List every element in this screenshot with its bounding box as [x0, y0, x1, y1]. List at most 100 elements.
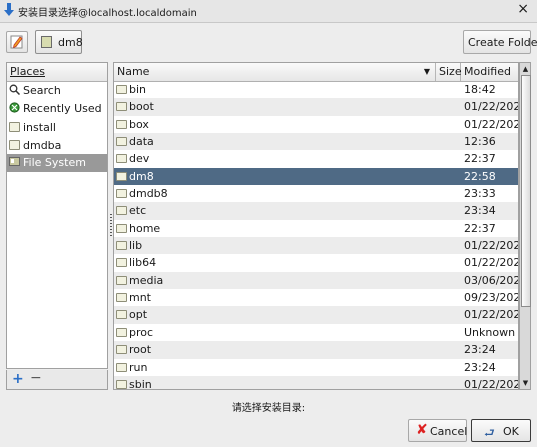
window-title: 安装目录选择@localhost.localdomain — [18, 8, 197, 19]
folder-icon — [116, 171, 127, 181]
sidebar-item-label: Recently Used — [23, 101, 102, 115]
folder-icon — [116, 293, 127, 303]
table-row[interactable]: media 03/06/2021 — [114, 271, 518, 290]
sidebar-item-4[interactable]: File System — [7, 154, 107, 172]
sidebar-item-0[interactable]: Search — [7, 82, 107, 100]
table-row[interactable]: lib 01/22/2024 — [114, 237, 518, 255]
create-folder-button[interactable]: Create Folder — [463, 30, 537, 54]
file-name: etc — [129, 204, 147, 218]
pathbar-current-folder-button[interactable]: dm8 — [35, 30, 83, 54]
prompt-label: 请选择安装目录: — [231, 403, 306, 414]
file-name: box — [129, 117, 149, 131]
file-name: opt — [129, 308, 148, 322]
table-row[interactable]: proc Unknown — [114, 324, 518, 341]
table-row[interactable]: bin 18:42 — [114, 81, 518, 98]
file-modified: 23:24 — [464, 360, 496, 374]
file-name: data — [129, 135, 154, 149]
scroll-up-icon[interactable]: ▲ — [521, 64, 530, 74]
folder-icon — [116, 275, 127, 285]
remove-bookmark-icon[interactable]: − — [30, 370, 42, 386]
file-modified: 09/23/2024 — [464, 291, 518, 305]
table-row[interactable]: data 12:36 — [114, 133, 518, 151]
file-modified: 03/06/2021 — [464, 273, 518, 287]
file-modified: 23:24 — [464, 343, 496, 357]
table-row[interactable]: home 22:37 — [114, 220, 518, 237]
ok-label: OK — [503, 425, 519, 438]
table-row[interactable]: root 23:24 — [114, 341, 518, 359]
sidebar-item-2[interactable]: install — [7, 119, 107, 137]
close-icon[interactable]: × — [517, 1, 529, 17]
file-modified: 18:42 — [464, 83, 496, 96]
folder-icon — [116, 137, 127, 147]
folder-icon — [9, 139, 20, 150]
table-row[interactable]: opt 01/22/2024 — [114, 306, 518, 324]
places-list: Search Recently Used install dmdba File Syst… — [7, 82, 107, 172]
table-row[interactable]: boot 01/22/2024 — [114, 98, 518, 116]
sidebar-item-label: install — [23, 121, 56, 134]
column-header-name[interactable]: Name ▼ — [114, 63, 436, 81]
folder-icon — [116, 223, 127, 233]
file-list: Name ▼ Size Modified bin 18:42 boot 01/22/2… — [113, 62, 519, 390]
ok-button[interactable]: ⮐ OK — [471, 419, 531, 442]
file-modified: 23:34 — [464, 204, 496, 218]
drive-icon — [9, 155, 20, 166]
file-modified: 22:37 — [464, 221, 496, 235]
file-name: dev — [129, 152, 150, 166]
file-name: proc — [129, 325, 154, 339]
sort-down-icon: ▼ — [423, 67, 430, 76]
folder-icon — [116, 345, 127, 355]
file-modified: 01/22/2024 — [464, 100, 518, 114]
file-name: sbin — [129, 377, 152, 390]
ok-arrow-icon: ⮐ — [484, 426, 495, 440]
file-modified: 01/22/2024 — [464, 117, 518, 131]
places-footer: + − — [6, 370, 108, 390]
scrollbar-thumb[interactable] — [521, 75, 531, 307]
file-modified: 12:36 — [464, 135, 496, 149]
table-row[interactable]: mnt 09/23/2024 — [114, 289, 518, 306]
sidebar-item-1[interactable]: Recently Used — [7, 100, 107, 118]
folder-icon — [116, 379, 127, 389]
file-list-scrollbar[interactable]: ▲ ▼ — [519, 62, 531, 390]
cancel-button[interactable]: ✘ Cancel — [408, 419, 467, 442]
file-modified: 22:58 — [464, 169, 496, 183]
add-bookmark-icon[interactable]: + — [12, 371, 24, 387]
scroll-down-icon[interactable]: ▼ — [521, 378, 530, 388]
table-row[interactable]: dm8 22:58 — [114, 167, 518, 186]
file-rows: bin 18:42 boot 01/22/2024 box 01/22/2024 data 1… — [114, 81, 518, 390]
table-row[interactable]: sbin 01/22/2024 — [114, 375, 518, 390]
file-name: bin — [129, 83, 147, 96]
folder-icon — [116, 85, 127, 94]
cancel-label: Cancel — [430, 425, 468, 438]
file-modified: 01/22/2024 — [464, 377, 518, 390]
pencil-icon — [10, 34, 24, 52]
folder-icon — [116, 241, 127, 251]
pane-resize-handle[interactable] — [110, 214, 112, 236]
download-arrow-icon — [3, 3, 15, 20]
file-modified: 23:33 — [464, 187, 496, 201]
sidebar-item-label: dmdba — [23, 138, 62, 152]
edit-location-button[interactable] — [6, 31, 28, 53]
places-header[interactable]: Places — [7, 63, 107, 82]
table-row[interactable]: dev 22:37 — [114, 150, 518, 167]
file-modified: 01/22/2024 — [464, 308, 518, 322]
sidebar-item-3[interactable]: dmdba — [7, 137, 107, 155]
table-row[interactable]: etc 23:34 — [114, 202, 518, 220]
table-row[interactable]: run 23:24 — [114, 359, 518, 376]
search-icon — [9, 83, 21, 96]
file-modified: 01/22/2024 — [464, 256, 518, 270]
column-header-size[interactable]: Size — [436, 63, 462, 81]
column-header-modified[interactable]: Modified — [461, 63, 518, 81]
recent-icon — [9, 101, 20, 113]
file-name: dmdb8 — [129, 187, 168, 201]
file-modified: 01/22/2024 — [464, 239, 518, 253]
file-modified: Unknown — [464, 325, 516, 339]
folder-icon — [116, 119, 127, 129]
table-row[interactable]: box 01/22/2024 — [114, 116, 518, 133]
folder-icon — [116, 362, 127, 372]
folder-icon — [116, 206, 127, 216]
table-row[interactable]: lib64 01/22/2024 — [114, 254, 518, 271]
create-folder-label: Create Folder — [468, 36, 537, 49]
file-name: media — [129, 273, 164, 287]
file-name: mnt — [129, 291, 151, 305]
table-row[interactable]: dmdb8 23:33 — [114, 185, 518, 202]
